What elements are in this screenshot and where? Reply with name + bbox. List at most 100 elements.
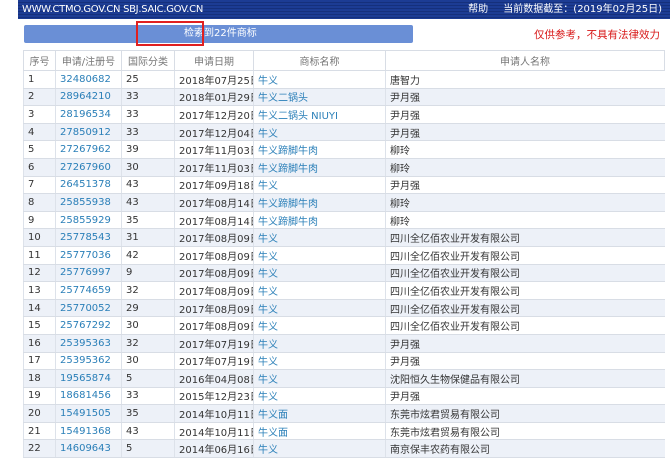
col-trademark[interactable]: 牛义 <box>253 70 386 89</box>
col-trademark[interactable]: 牛义 <box>253 263 386 283</box>
col-trademark[interactable]: 牛义 <box>253 386 386 406</box>
col-app-number[interactable]: 27267962 <box>55 140 122 159</box>
col-trademark[interactable]: 牛义二锅头 NIUYI <box>253 105 386 124</box>
col-applicant: 尹月强 <box>385 386 665 406</box>
col-app-number[interactable]: 27850912 <box>55 122 122 142</box>
col-class: 33 <box>121 386 175 406</box>
col-trademark[interactable]: 牛义 <box>253 122 386 142</box>
col-applicant: 东莞市炫君贸易有限公司 <box>385 404 665 423</box>
col-trademark[interactable]: 牛义 <box>253 281 386 300</box>
col-app-number[interactable]: 25767292 <box>55 316 122 335</box>
help-link[interactable]: 帮助 <box>468 4 488 15</box>
col-app-number[interactable]: 25395362 <box>55 351 122 371</box>
col-index: 17 <box>23 351 56 371</box>
col-app-number[interactable]: 25774659 <box>55 281 122 300</box>
table-row: 10 25778543 31 2017年08月09日 牛义 四川全亿佰农业开发有限公司 <box>23 228 665 247</box>
col-app-number[interactable]: 14609643 <box>55 439 122 459</box>
col-applicant: 四川全亿佰农业开发有限公司 <box>385 316 665 335</box>
col-app-number[interactable]: 19565874 <box>55 369 122 388</box>
col-date: 2017年11月03日 <box>174 157 254 177</box>
header-col-date: 申请日期 <box>174 50 254 71</box>
header-col-applicant: 申请人名称 <box>385 50 665 71</box>
col-trademark[interactable]: 牛义 <box>253 351 386 371</box>
col-date: 2017年08月14日 <box>174 210 254 230</box>
col-date: 2017年08月09日 <box>174 245 254 265</box>
col-class: 39 <box>121 140 175 159</box>
col-trademark[interactable]: 牛义 <box>253 369 386 388</box>
col-trademark[interactable]: 牛义面 <box>253 404 386 423</box>
col-applicant: 沈阳恒久生物保健品有限公司 <box>385 369 665 388</box>
col-app-number[interactable]: 25770052 <box>55 298 122 318</box>
col-trademark[interactable]: 牛义 <box>253 316 386 335</box>
col-trademark[interactable]: 牛义 <box>253 439 386 459</box>
col-applicant: 四川全亿佰农业开发有限公司 <box>385 228 665 247</box>
col-trademark[interactable]: 牛义蹄脚牛肉 <box>253 210 386 230</box>
table-row: 22 14609643 5 2014年06月16日 牛义 南京保丰农药有限公司 <box>23 439 665 459</box>
table-row: 3 28196534 33 2017年12月20日 牛义二锅头 NIUYI 尹月强 <box>23 105 665 124</box>
data-date: 当前数据截至：(2019年02月25日) <box>503 4 662 15</box>
col-applicant: 唐智力 <box>385 70 665 89</box>
col-trademark[interactable]: 牛义 <box>253 245 386 265</box>
table-row: 13 25774659 32 2017年08月09日 牛义 四川全亿佰农业开发有限公司 <box>23 281 665 300</box>
col-index: 20 <box>23 404 56 423</box>
col-class: 33 <box>121 105 175 124</box>
col-app-number[interactable]: 32480682 <box>55 70 122 89</box>
col-class: 9 <box>121 263 175 283</box>
col-app-number[interactable]: 25855938 <box>55 193 122 212</box>
col-app-number[interactable]: 15491368 <box>55 421 122 441</box>
table-row: 16 25395363 32 2017年07月19日 牛义 尹月强 <box>23 333 665 353</box>
col-trademark[interactable]: 牛义 <box>253 228 386 247</box>
table-row: 21 15491368 43 2014年10月11日 牛义面 东莞市炫君贸易有限公司 <box>23 421 665 441</box>
table-row: 12 25776997 9 2017年08月09日 牛义 四川全亿佰农业开发有限公司 <box>23 263 665 283</box>
col-applicant: 尹月强 <box>385 87 665 107</box>
col-index: 1 <box>23 70 56 89</box>
col-app-number[interactable]: 25777036 <box>55 245 122 265</box>
col-app-number[interactable]: 15491505 <box>55 404 122 423</box>
table-row: 4 27850912 33 2017年12月04日 牛义 尹月强 <box>23 122 665 142</box>
col-class: 29 <box>121 298 175 318</box>
col-applicant: 柳玲 <box>385 157 665 177</box>
table-row: 17 25395362 30 2017年07月19日 牛义 尹月强 <box>23 351 665 371</box>
col-trademark[interactable]: 牛义蹄脚牛肉 <box>253 193 386 212</box>
col-trademark[interactable]: 牛义 <box>253 175 386 195</box>
col-app-number[interactable]: 25395363 <box>55 333 122 353</box>
col-app-number[interactable]: 26451378 <box>55 175 122 195</box>
col-applicant: 柳玲 <box>385 140 665 159</box>
col-index: 15 <box>23 316 56 335</box>
col-index: 18 <box>23 369 56 388</box>
col-applicant: 四川全亿佰农业开发有限公司 <box>385 245 665 265</box>
highlight-box <box>136 21 204 46</box>
col-index: 13 <box>23 281 56 300</box>
col-app-number[interactable]: 25776997 <box>55 263 122 283</box>
col-date: 2018年07月25日 <box>174 70 254 89</box>
col-applicant: 南京保丰农药有限公司 <box>385 439 665 459</box>
col-trademark[interactable]: 牛义 <box>253 298 386 318</box>
col-app-number[interactable]: 28964210 <box>55 87 122 107</box>
table-row: 20 15491505 35 2014年10月11日 牛义面 东莞市炫君贸易有限公司 <box>23 404 665 423</box>
col-app-number[interactable]: 25855929 <box>55 210 122 230</box>
col-class: 43 <box>121 193 175 212</box>
table-row: 1 32480682 25 2018年07月25日 牛义 唐智力 <box>23 70 665 89</box>
col-index: 11 <box>23 245 56 265</box>
trademark-table: 序号 申请/注册号 国际分类 申请日期 商标名称 申请人名称 1 32480682 25 201… <box>23 50 665 459</box>
col-applicant: 东莞市炫君贸易有限公司 <box>385 421 665 441</box>
col-app-number[interactable]: 28196534 <box>55 105 122 124</box>
col-app-number[interactable]: 27267960 <box>55 157 122 177</box>
col-trademark[interactable]: 牛义 <box>253 333 386 353</box>
header-col-trademark: 商标名称 <box>253 50 386 71</box>
col-trademark[interactable]: 牛义蹄脚牛肉 <box>253 157 386 177</box>
col-date: 2017年12月20日 <box>174 105 254 124</box>
col-trademark[interactable]: 牛义面 <box>253 421 386 441</box>
col-app-number[interactable]: 18681456 <box>55 386 122 406</box>
col-date: 2014年06月16日 <box>174 439 254 459</box>
col-class: 32 <box>121 333 175 353</box>
col-trademark[interactable]: 牛义蹄脚牛肉 <box>253 140 386 159</box>
col-index: 22 <box>23 439 56 459</box>
table-row: 15 25767292 30 2017年08月09日 牛义 四川全亿佰农业开发有限公司 <box>23 316 665 335</box>
col-date: 2017年08月09日 <box>174 316 254 335</box>
col-class: 31 <box>121 228 175 247</box>
col-app-number[interactable]: 25778543 <box>55 228 122 247</box>
col-applicant: 尹月强 <box>385 333 665 353</box>
col-trademark[interactable]: 牛义二锅头 <box>253 87 386 107</box>
col-date: 2017年07月19日 <box>174 351 254 371</box>
